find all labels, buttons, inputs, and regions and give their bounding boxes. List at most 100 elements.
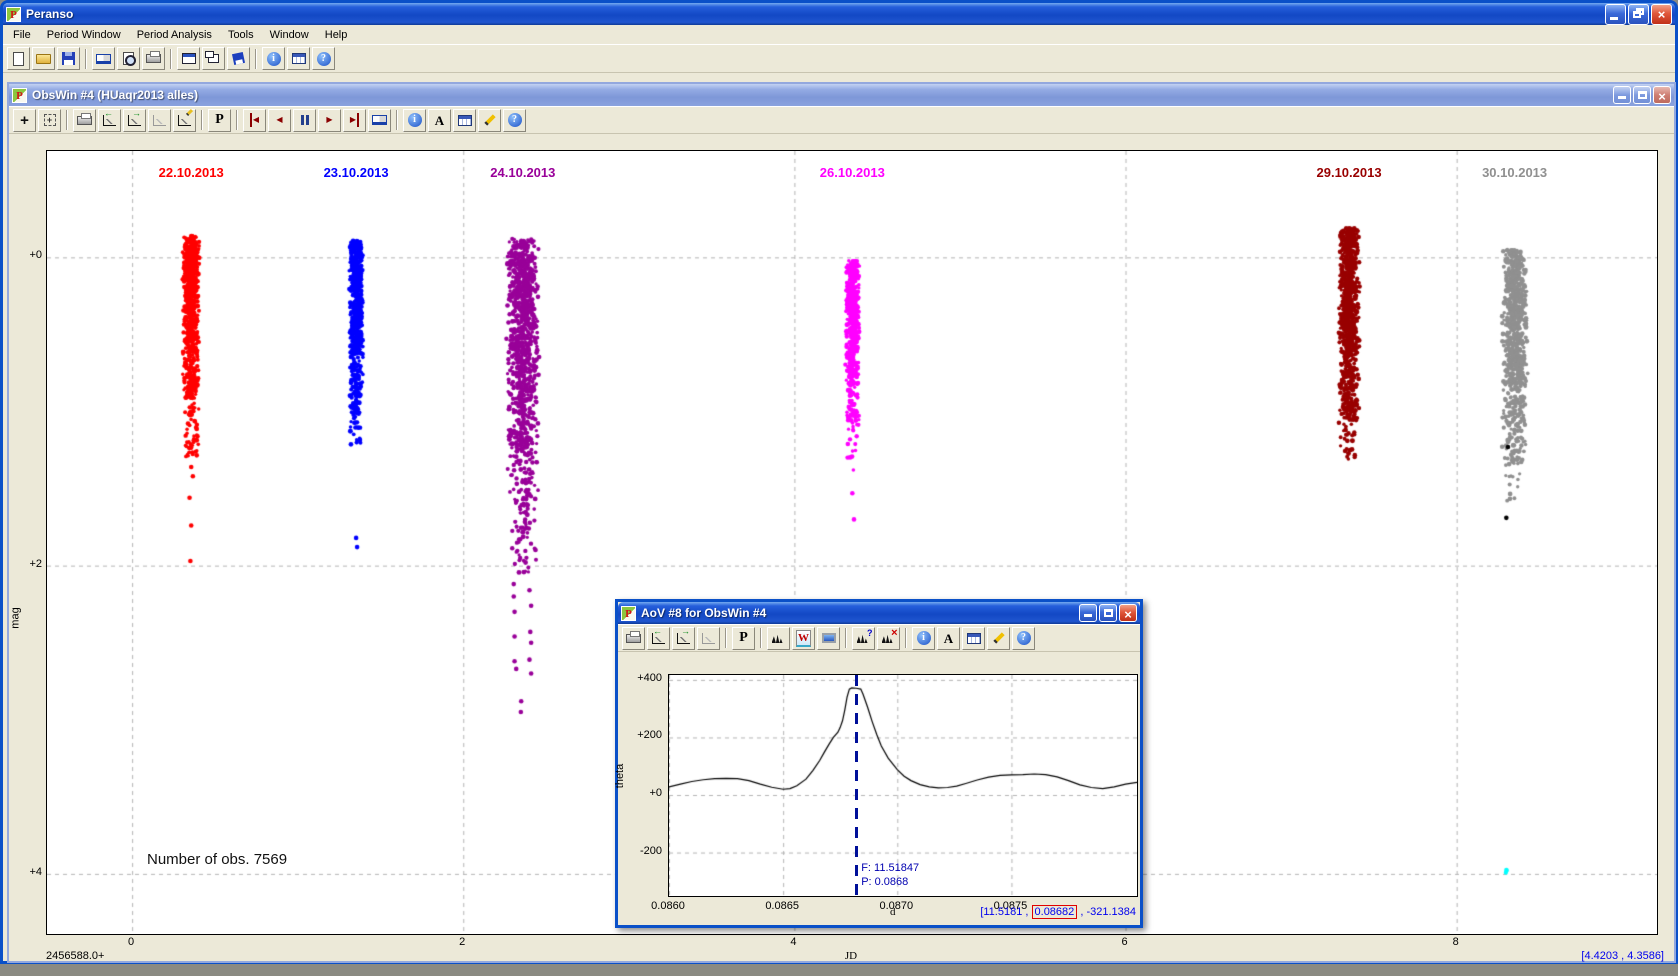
- P-button[interactable]: P: [208, 109, 231, 132]
- peak-delete-icon: [882, 632, 896, 644]
- restore-button[interactable]: [1628, 4, 1649, 25]
- new-document-button[interactable]: [7, 47, 30, 70]
- print-button[interactable]: [142, 47, 165, 70]
- pan-left-button[interactable]: [98, 109, 121, 132]
- save-workspace-button[interactable]: [227, 47, 250, 70]
- first-observation-icon: ◀: [250, 113, 259, 127]
- data-table-button[interactable]: [287, 47, 310, 70]
- peranso-app-icon: P: [6, 7, 21, 22]
- menu-period-window[interactable]: Period Window: [39, 27, 129, 43]
- zoom-in-button[interactable]: +: [13, 109, 36, 132]
- minimize-button[interactable]: [1605, 4, 1626, 25]
- data-table-button[interactable]: [453, 109, 476, 132]
- theta-tick-label: +400: [618, 672, 662, 684]
- obswin-close-button[interactable]: ×: [1653, 86, 1671, 104]
- mag-tick-label: +2: [9, 558, 42, 570]
- print-preview-button[interactable]: [117, 47, 140, 70]
- pan-right-button[interactable]: [672, 627, 695, 650]
- jd-tick-label: 4: [773, 936, 813, 948]
- aov-close-button[interactable]: ×: [1119, 604, 1137, 622]
- annotate-text-button[interactable]: A: [937, 627, 960, 650]
- P-button[interactable]: P: [732, 627, 755, 650]
- jd-tick-label: 8: [1436, 936, 1476, 948]
- print-plot-button[interactable]: [73, 109, 96, 132]
- obswin-icon: P: [12, 88, 27, 103]
- menu-help[interactable]: Help: [317, 27, 356, 43]
- pan-disabled-icon: [702, 633, 715, 644]
- peak-annotation: F: 11.51847 P: 0.0868: [861, 861, 919, 889]
- jd-tick-label: 2: [442, 936, 482, 948]
- first-observation-button[interactable]: ◀: [243, 109, 266, 132]
- previous-observation-button[interactable]: ◀: [268, 109, 291, 132]
- aov-maximize-button[interactable]: [1099, 604, 1117, 622]
- main-titlebar[interactable]: P Peranso ×: [3, 3, 1675, 25]
- periodogram-plot[interactable]: F: 11.51847 P: 0.0868: [668, 674, 1138, 897]
- close-button[interactable]: ×: [1651, 4, 1672, 25]
- save-icon: [62, 52, 75, 65]
- info-button[interactable]: i: [262, 47, 285, 70]
- wavelet-button[interactable]: W: [792, 627, 815, 650]
- d-tick-label: 0.0865: [757, 900, 807, 912]
- zoom-region-button[interactable]: +: [38, 109, 61, 132]
- toolbar-separator: [396, 110, 398, 130]
- status-theta: , -321.1384: [1080, 906, 1136, 918]
- next-observation-button[interactable]: ▶: [318, 109, 341, 132]
- pan-right-button[interactable]: [123, 109, 146, 132]
- help-button[interactable]: ?: [312, 47, 335, 70]
- theta-tick-label: +0: [618, 787, 662, 799]
- pan-disabled-button[interactable]: [148, 109, 171, 132]
- help-button[interactable]: ?: [1012, 627, 1035, 650]
- peak-info-button[interactable]: [852, 627, 875, 650]
- print-icon: [146, 54, 161, 63]
- peak-delete-button[interactable]: [877, 627, 900, 650]
- help-button[interactable]: ?: [503, 109, 526, 132]
- observations-list-button[interactable]: [368, 109, 391, 132]
- toolbar-separator: [255, 49, 257, 69]
- period-marker-line[interactable]: [855, 675, 858, 896]
- last-observation-button[interactable]: ▶: [343, 109, 366, 132]
- obswin-maximize-button[interactable]: [1633, 86, 1651, 104]
- toolbar-separator: [236, 110, 238, 130]
- find-peaks-button[interactable]: [767, 627, 790, 650]
- toolbar-separator: [725, 628, 727, 648]
- display-mode-button[interactable]: [817, 627, 840, 650]
- edit-style-button[interactable]: [987, 627, 1010, 650]
- mag-tick-label: +0: [9, 249, 42, 261]
- print-plot-button[interactable]: [622, 627, 645, 650]
- menu-tools[interactable]: Tools: [220, 27, 262, 43]
- pan-left-icon: [103, 115, 116, 126]
- info-icon: i: [408, 113, 422, 127]
- menu-period-analysis[interactable]: Period Analysis: [129, 27, 220, 43]
- info-button[interactable]: i: [912, 627, 935, 650]
- save-button[interactable]: [57, 47, 80, 70]
- info-button[interactable]: i: [403, 109, 426, 132]
- help-icon: ?: [317, 52, 331, 66]
- aov-minimize-button[interactable]: [1079, 604, 1097, 622]
- aov-titlebar[interactable]: P AoV #8 for ObsWin #4 ×: [618, 602, 1140, 624]
- peak-frequency-label: F: 11.51847: [861, 861, 919, 875]
- menu-window[interactable]: Window: [262, 27, 317, 43]
- print-preview-icon: [123, 52, 134, 65]
- edit-plot-button[interactable]: [173, 109, 196, 132]
- annotate-text-button[interactable]: A: [428, 109, 451, 132]
- edit-style-button[interactable]: [478, 109, 501, 132]
- toolbar-separator: [170, 49, 172, 69]
- pause-button[interactable]: [293, 109, 316, 132]
- jd-axis-label: JD: [821, 950, 881, 962]
- cascade-windows-button[interactable]: [202, 47, 225, 70]
- open-file-button[interactable]: [32, 47, 55, 70]
- data-table-icon: [458, 115, 472, 126]
- pan-disabled-button[interactable]: [697, 627, 720, 650]
- toolbar-separator: [760, 628, 762, 648]
- data-table-button[interactable]: [962, 627, 985, 650]
- jd-tick-label: 0: [111, 936, 151, 948]
- save-workspace-icon: [232, 52, 245, 65]
- obswin-minimize-button[interactable]: [1613, 86, 1631, 104]
- menu-file[interactable]: File: [5, 27, 39, 43]
- resize-window-button[interactable]: [177, 47, 200, 70]
- obswin-titlebar[interactable]: P ObsWin #4 (HUaqr2013 alles) ×: [9, 84, 1674, 106]
- edit-plot-icon: [178, 115, 191, 126]
- pan-left-button[interactable]: [647, 627, 670, 650]
- report-book-button[interactable]: [92, 47, 115, 70]
- aov-toolbar: P WiA?: [618, 624, 1140, 652]
